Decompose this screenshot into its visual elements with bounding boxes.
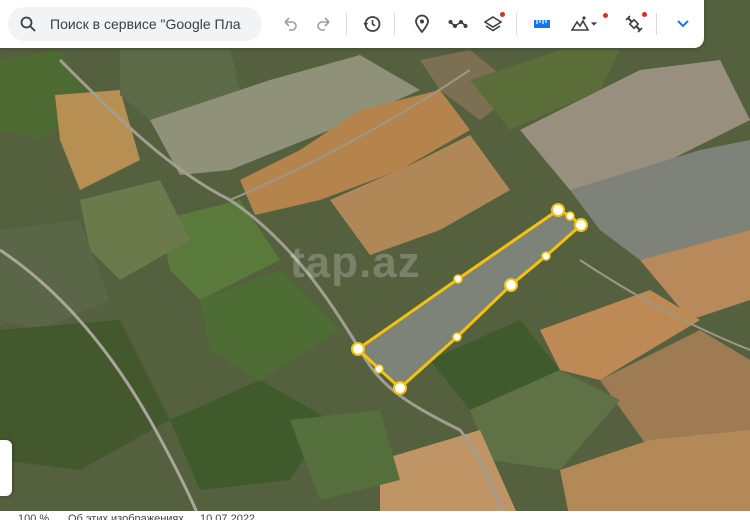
terrain-icon [570, 16, 590, 31]
zoom-level: 100 % [18, 513, 50, 520]
layers-icon [483, 16, 503, 32]
polygon-midpoint[interactable] [541, 251, 551, 261]
status-bar: 100 % Об этих изображениях 10.07.2022 [0, 511, 750, 520]
polygon-vertex[interactable] [504, 278, 518, 292]
toolbar-divider [516, 13, 517, 35]
satellite-button[interactable] [620, 10, 648, 38]
satellite-icon [625, 15, 643, 33]
more-options-button[interactable] [669, 10, 697, 38]
add-path-button[interactable] [444, 10, 472, 38]
polygon-midpoint[interactable] [565, 211, 575, 221]
history-icon [363, 16, 381, 32]
side-panel-toggle[interactable] [0, 440, 12, 496]
toolbar-divider [394, 13, 395, 35]
undo-icon [284, 17, 297, 31]
polygon-midpoint[interactable] [374, 364, 384, 374]
polygon-vertex[interactable] [393, 381, 407, 395]
toolbar-divider [656, 13, 657, 35]
placemark-icon [415, 14, 429, 34]
notification-dot [500, 12, 505, 17]
toolbar-divider [346, 13, 347, 35]
search-input[interactable] [50, 7, 260, 41]
top-toolbar [0, 0, 704, 48]
polygon-midpoint[interactable] [453, 274, 463, 284]
imagery-date: 10.07.2022 [200, 513, 256, 520]
polygon-vertex[interactable] [574, 218, 588, 232]
polygon-vertex[interactable] [551, 203, 565, 217]
imagery-info-link[interactable]: Об этих изображениях [68, 511, 184, 520]
search-icon [20, 16, 36, 32]
undo-button[interactable] [276, 10, 304, 38]
redo-icon [317, 17, 330, 31]
measure-button[interactable] [528, 10, 556, 38]
add-placemark-button[interactable] [408, 10, 436, 38]
chevron-down-icon [677, 20, 689, 28]
polygon-midpoint[interactable] [452, 332, 462, 342]
dropdown-caret-icon [590, 22, 598, 26]
ruler-icon [534, 20, 550, 28]
map-watermark: tap.az [290, 238, 421, 287]
layers-button[interactable] [479, 10, 507, 38]
terrain-menu-button[interactable] [563, 10, 608, 38]
polygon-vertex[interactable] [351, 342, 365, 356]
history-button[interactable] [358, 10, 386, 38]
notification-dot [642, 12, 647, 17]
redo-button[interactable] [310, 10, 338, 38]
notification-dot [603, 13, 608, 18]
search-box[interactable] [8, 7, 262, 41]
path-icon [448, 20, 468, 28]
